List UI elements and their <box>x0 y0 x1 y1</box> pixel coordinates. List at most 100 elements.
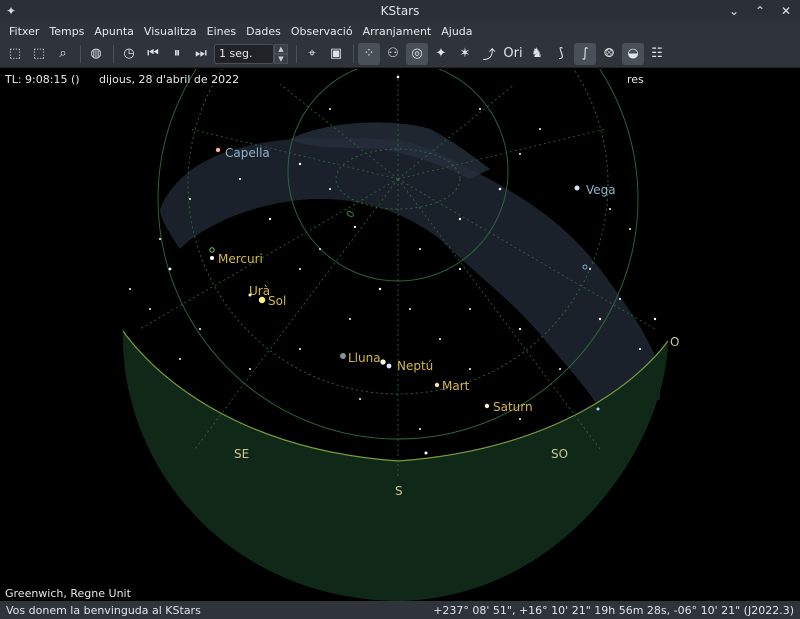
star <box>519 153 521 155</box>
kstars-app-icon[interactable]: ✦ <box>6 4 20 18</box>
supernova-toggle-icon[interactable]: ✦ <box>430 43 452 65</box>
crosshair-icon[interactable]: ⌖ <box>301 43 323 65</box>
step-backward-icon[interactable]: ⏮ <box>142 43 164 65</box>
star <box>518 327 522 331</box>
star <box>434 382 440 388</box>
clock-icon[interactable]: ◷ <box>118 43 140 65</box>
constellation-lines-icon[interactable]: ⤴ <box>478 43 500 65</box>
stars-toggle-icon[interactable]: ⁘ <box>358 42 380 65</box>
toolbar-separator <box>296 44 297 63</box>
star <box>619 298 621 300</box>
star <box>396 75 400 79</box>
time-step-spinner[interactable]: ▲ ▼ <box>274 43 288 64</box>
menu-temps[interactable]: Temps <box>44 25 89 38</box>
star <box>419 428 421 430</box>
toolbar-separator <box>113 44 114 63</box>
star <box>458 217 462 221</box>
star <box>609 208 611 210</box>
milky-way-toggle-icon[interactable]: ∫ <box>574 42 596 65</box>
status-coordinates: +237° 08' 51", +16° 10' 21" 19h 56m 28s,… <box>433 603 794 617</box>
sky-map[interactable]: TL: 9:08:15 () dijous, 28 d'abril de 202… <box>0 69 800 601</box>
constellation-bounds-icon[interactable]: ⟆ <box>550 43 572 65</box>
grid-line <box>194 178 399 450</box>
star <box>239 178 241 180</box>
globe-icon[interactable]: ◍ <box>85 43 107 65</box>
star <box>298 162 302 166</box>
constellation-names-icon[interactable]: Ori <box>502 43 524 65</box>
planet-label-lluna[interactable]: Lluna <box>348 351 381 365</box>
spin-down-icon[interactable]: ▼ <box>274 53 288 64</box>
step-forward-icon[interactable]: ⏭ <box>190 43 212 65</box>
window-title: KStars <box>380 4 420 18</box>
star <box>484 403 490 409</box>
search-icon[interactable]: ⌕ <box>52 43 74 65</box>
menu-bar: Fitxer Temps Apunta Visualitza Eines Dad… <box>0 22 800 40</box>
star <box>539 128 541 130</box>
menu-apunta[interactable]: Apunta <box>89 25 139 38</box>
star <box>215 147 221 153</box>
moon-disc <box>340 353 346 359</box>
close-icon[interactable]: ✕ <box>778 2 794 20</box>
zoom-out-icon[interactable]: ⬚ <box>28 43 50 65</box>
planet-label-neptu[interactable]: Neptú <box>397 359 433 373</box>
star <box>574 185 580 191</box>
star <box>349 318 351 320</box>
star <box>596 407 600 411</box>
menu-ajuda[interactable]: Ajuda <box>436 25 477 38</box>
maximize-icon[interactable]: ⌃ <box>752 2 768 20</box>
direction-southeast: SE <box>234 447 250 461</box>
planet-label-mercuri[interactable]: Mercuri <box>218 252 263 266</box>
pause-icon[interactable]: ⏸ <box>166 43 188 65</box>
sky-canvas <box>122 69 669 601</box>
star <box>598 317 602 321</box>
horizon-toggle-icon[interactable]: ◒ <box>622 42 644 65</box>
star <box>629 228 631 230</box>
star <box>179 358 181 360</box>
star <box>386 363 392 369</box>
menu-fitxer[interactable]: Fitxer <box>4 25 44 38</box>
menu-dades[interactable]: Dades <box>241 25 286 38</box>
star <box>519 418 521 420</box>
observing-list-icon[interactable]: ☷ <box>646 43 668 65</box>
star <box>149 308 151 310</box>
planet-label-mart[interactable]: Mart <box>442 379 469 393</box>
solar-system-toggle-icon[interactable]: ◎ <box>406 42 428 65</box>
star <box>559 368 561 370</box>
title-bar: ✦ KStars ⌄ ⌃ ✕ <box>0 0 800 22</box>
star-label-vega[interactable]: Vega <box>586 183 616 197</box>
planet-label-sol[interactable]: Sol <box>268 294 286 308</box>
star <box>424 451 428 455</box>
menu-arranjament[interactable]: Arranjament <box>358 25 437 38</box>
star <box>159 238 161 240</box>
star <box>353 225 357 229</box>
time-step-input[interactable]: 1 seg. <box>214 43 274 64</box>
star <box>210 256 214 260</box>
star <box>589 268 591 270</box>
deep-sky-toggle-icon[interactable]: ⚇ <box>382 43 404 65</box>
star <box>329 188 331 190</box>
coordinate-grid-icon[interactable]: ⨷ <box>598 43 620 65</box>
star <box>268 217 272 221</box>
constellation-art-icon[interactable]: ♞ <box>526 43 548 65</box>
star-label-capella[interactable]: Capella <box>225 146 270 160</box>
star <box>458 267 462 271</box>
menu-eines[interactable]: Eines <box>202 25 241 38</box>
toolbar-separator <box>80 44 81 63</box>
image-icon[interactable]: ▣ <box>325 43 347 65</box>
status-bar: Vos donem la benvinguda al KStars +237° … <box>0 601 800 619</box>
spin-up-icon[interactable]: ▲ <box>274 43 288 54</box>
direction-south: S <box>395 484 403 498</box>
star <box>498 187 502 191</box>
planet-label-ura[interactable]: Urà <box>249 284 270 298</box>
zoom-in-icon[interactable]: ⬚ <box>4 43 26 65</box>
star <box>329 108 331 110</box>
planet-label-saturn[interactable]: Saturn <box>493 400 533 414</box>
focus-label: res <box>627 73 644 86</box>
menu-observacio[interactable]: Observació <box>286 25 358 38</box>
star <box>168 267 172 271</box>
star <box>419 248 421 250</box>
minimize-icon[interactable]: ⌄ <box>726 2 742 20</box>
star <box>469 308 471 310</box>
satellites-toggle-icon[interactable]: ✶ <box>454 43 476 65</box>
menu-visualitza[interactable]: Visualitza <box>139 25 202 38</box>
